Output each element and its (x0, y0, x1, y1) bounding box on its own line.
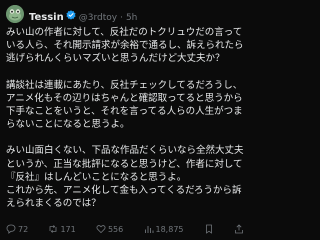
reply-button[interactable]: 72 (6, 224, 28, 234)
tweet-actions: 72 171 556 18,875 (6, 222, 244, 236)
separator-dot: · (120, 13, 123, 23)
retweet-icon (50, 225, 57, 233)
view-count: 18,875 (155, 224, 184, 234)
verified-badge-icon (66, 5, 76, 20)
timestamp[interactable]: 5h (126, 13, 137, 23)
heart-icon (96, 225, 106, 234)
bookmark-button[interactable] (204, 224, 214, 234)
share-button[interactable] (234, 224, 244, 234)
tweet-paragraph-1: みい山の作者に対して、反社だのトクリュウだの言っている人ら、それ開示請求が余裕で… (6, 27, 244, 65)
retweet-count: 171 (60, 224, 76, 234)
frog-avatar-icon (6, 5, 24, 23)
author-name[interactable]: Tessin (29, 12, 64, 23)
reply-count: 72 (18, 224, 29, 234)
avatar[interactable] (6, 5, 24, 23)
like-count: 556 (107, 224, 124, 234)
bookmark-icon (205, 224, 212, 234)
tweet-paragraph-2: 講談社は連載にあたり、反社チェックしてるだろうし、アニメ化もその辺りはちゃんと確… (6, 79, 243, 131)
tweet-paragraph-3: みい山面白くない、下品な作品だくらいなら全然大丈夫というか、正当な批評になると思… (6, 145, 244, 210)
views-button[interactable]: 18,875 (144, 224, 184, 234)
tweet-text: みい山の作者に対して、反社だのトクリュウだの言っている人ら、それ開示請求が余裕で… (6, 26, 244, 210)
share-icon (235, 224, 243, 234)
author-info: Tessin @3rdtoy · 5h (29, 5, 137, 23)
like-button[interactable]: 556 (96, 224, 123, 234)
retweet-button[interactable]: 171 (48, 224, 76, 234)
views-icon (144, 226, 153, 233)
tweet-header: Tessin @3rdtoy · 5h (6, 3, 244, 25)
author-handle[interactable]: @3rdtoy (79, 13, 117, 23)
tweet-card: Tessin @3rdtoy · 5h みい山の作者に対して、反社だのトクリュウ… (0, 0, 250, 240)
reply-icon (6, 224, 16, 234)
